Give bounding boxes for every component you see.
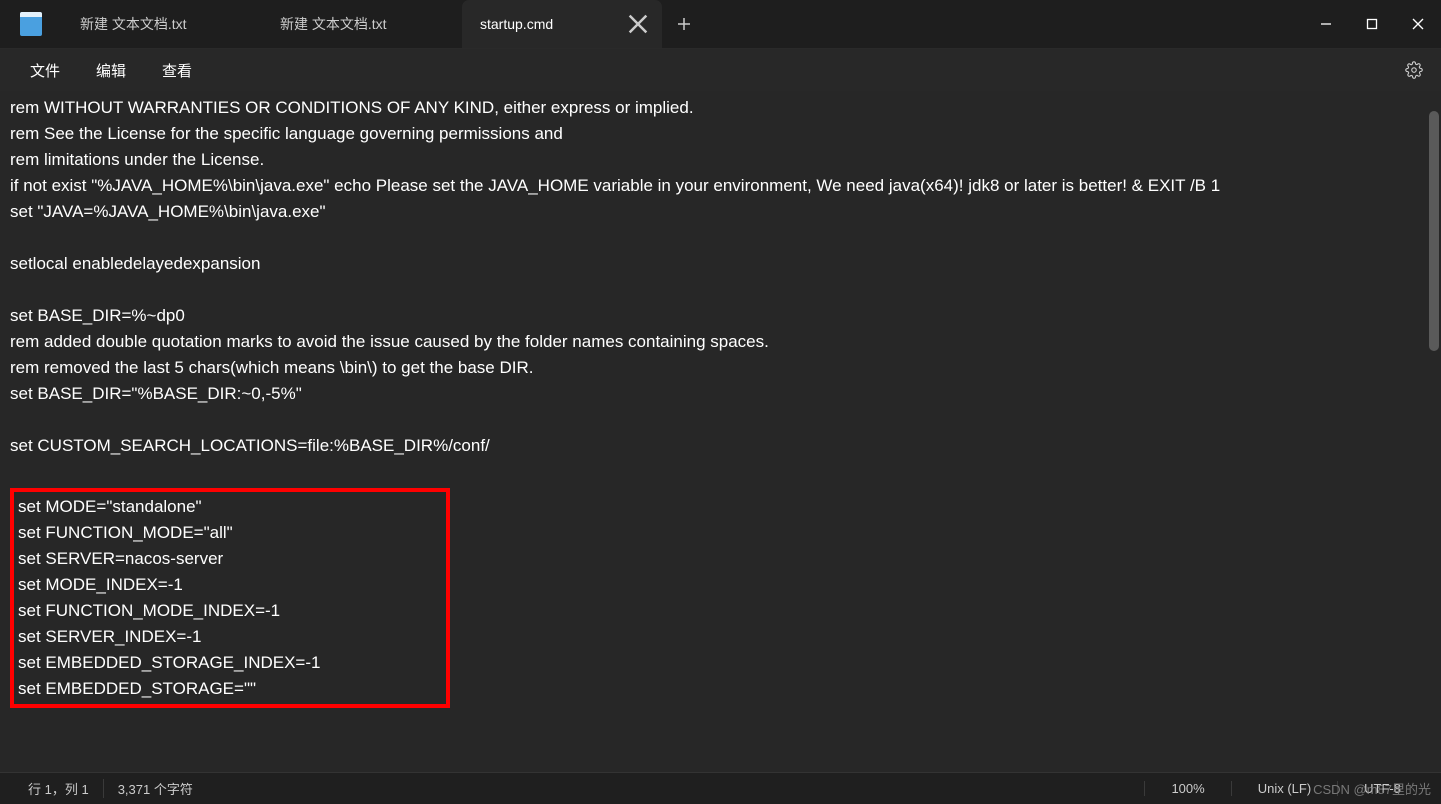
tab-label: 新建 文本文档.txt [280, 14, 448, 34]
char-count: 3,371 个字符 [104, 779, 207, 798]
close-icon[interactable] [628, 14, 648, 34]
editor-container: rem WITHOUT WARRANTIES OR CONDITIONS OF … [0, 91, 1441, 772]
encoding[interactable]: UTF-8 [1337, 781, 1427, 796]
tab-startup-cmd[interactable]: startup.cmd [462, 0, 662, 48]
tab-label: startup.cmd [480, 16, 618, 32]
menu-edit[interactable]: 编辑 [78, 54, 144, 87]
close-button[interactable] [1395, 0, 1441, 48]
scrollbar[interactable] [1427, 91, 1441, 772]
scrollbar-thumb[interactable] [1429, 111, 1439, 351]
tab-file-2[interactable]: 新建 文本文档.txt [262, 0, 462, 48]
tab-label: 新建 文本文档.txt [80, 14, 248, 34]
text-editor[interactable]: rem WITHOUT WARRANTIES OR CONDITIONS OF … [0, 91, 1427, 772]
menu-view[interactable]: 查看 [144, 54, 210, 87]
menu-file[interactable]: 文件 [12, 54, 78, 87]
line-ending[interactable]: Unix (LF) [1231, 781, 1337, 796]
gear-icon[interactable] [1399, 55, 1429, 85]
cursor-position: 行 1，列 1 [14, 779, 104, 798]
menu-bar: 文件 编辑 查看 [0, 49, 1441, 91]
title-bar: 新建 文本文档.txt 新建 文本文档.txt startup.cmd [0, 0, 1441, 49]
status-bar: 行 1，列 1 3,371 个字符 100% Unix (LF) UTF-8 [0, 772, 1441, 804]
zoom-level[interactable]: 100% [1144, 781, 1230, 796]
maximize-button[interactable] [1349, 0, 1395, 48]
window-controls [1303, 0, 1441, 48]
notepad-icon [20, 12, 42, 36]
highlighted-settings-block: set MODE="standalone" set FUNCTION_MODE=… [10, 488, 450, 708]
tab-file-1[interactable]: 新建 文本文档.txt [62, 0, 262, 48]
menu-bar-left: 文件 编辑 查看 [12, 54, 210, 87]
add-tab-button[interactable] [662, 0, 706, 48]
minimize-button[interactable] [1303, 0, 1349, 48]
tabs-container: 新建 文本文档.txt 新建 文本文档.txt startup.cmd [62, 0, 1303, 48]
app-icon [0, 0, 62, 48]
